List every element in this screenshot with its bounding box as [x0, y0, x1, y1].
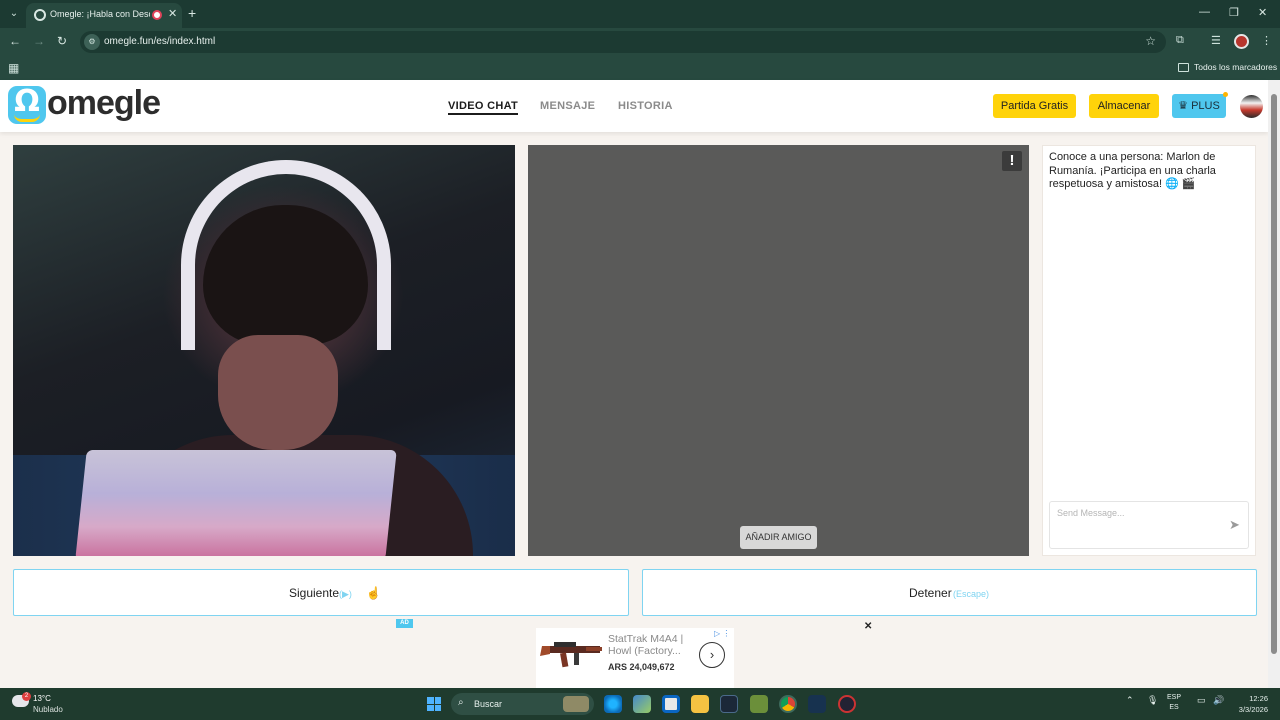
stop-button[interactable]: Detener (Escape): [642, 569, 1257, 616]
search-highlight-icon: [563, 696, 589, 712]
local-video: [13, 145, 515, 556]
user-avatar[interactable]: [1240, 95, 1263, 118]
language-indicator[interactable]: ESP ES: [1167, 693, 1181, 713]
media-icon[interactable]: ☰: [1211, 34, 1221, 47]
close-tab-icon[interactable]: ✕: [168, 7, 177, 20]
bookmarks-bar: ▦ Todos los marcadores: [0, 56, 1280, 80]
store-icon[interactable]: [662, 695, 680, 713]
chat-panel: [1042, 145, 1256, 556]
notification-dot: [1223, 92, 1228, 97]
scrollbar-thumb[interactable]: [1271, 94, 1277, 654]
back-icon[interactable]: ←: [9, 34, 21, 48]
ad-arrow-icon[interactable]: ›: [699, 642, 725, 668]
tray-overflow-icon[interactable]: ⌃: [1126, 695, 1134, 706]
nav-mensaje[interactable]: MENSAJE: [540, 100, 595, 112]
store-button[interactable]: Almacenar: [1089, 94, 1159, 118]
address-bar[interactable]: ⚙ omegle.fun/es/index.html ☆: [80, 31, 1166, 53]
browser-tabbar: ⌄ Omegle: ¡Habla con Descon ✕ + — ❐ ✕: [0, 0, 1280, 28]
ad-title[interactable]: StatTrak M4A4 | Howl (Factory...: [608, 633, 692, 657]
search-icon: ⌕: [458, 697, 464, 708]
new-tab-icon[interactable]: +: [188, 5, 196, 21]
browser-tab[interactable]: Omegle: ¡Habla con Descon ✕: [26, 3, 182, 28]
reload-icon[interactable]: ↻: [57, 34, 67, 48]
plus-label: PLUS: [1191, 100, 1220, 112]
search-label: Buscar: [474, 699, 503, 709]
ad-close-icon[interactable]: ✕: [864, 621, 872, 632]
stop-hint: (Escape): [953, 589, 990, 599]
site-favicon-icon: [34, 9, 46, 21]
weather-badge: 2: [22, 692, 31, 701]
hand-cursor-icon: ☝: [366, 586, 381, 600]
bookmark-star-icon[interactable]: ☆: [1145, 34, 1156, 48]
file-explorer-icon[interactable]: [691, 695, 709, 713]
tab-search-icon[interactable]: ⌄: [6, 6, 22, 22]
windows-start-icon[interactable]: [427, 697, 441, 711]
close-window-icon[interactable]: ✕: [1258, 6, 1267, 19]
add-friend-button[interactable]: AÑADIR AMIGO: [740, 526, 817, 549]
send-icon[interactable]: ➤: [1229, 517, 1240, 533]
network-icon[interactable]: ▭: [1197, 695, 1206, 706]
copilot-icon[interactable]: [633, 695, 651, 713]
report-button[interactable]: !: [1002, 151, 1022, 171]
logo-text[interactable]: omegle: [47, 84, 161, 123]
steam-icon[interactable]: [720, 695, 738, 713]
menu-dots-icon[interactable]: ⋮: [1261, 34, 1272, 47]
url-text: omegle.fun/es/index.html: [104, 36, 216, 47]
free-game-button[interactable]: Partida Gratis: [993, 94, 1076, 118]
chat-system-message: Conoce a una persona: Marlon de Rumanía.…: [1049, 151, 1216, 190]
restore-icon[interactable]: ❐: [1229, 6, 1239, 19]
minimize-icon[interactable]: —: [1199, 6, 1210, 18]
chat-input-placeholder: Send Message...: [1057, 508, 1125, 518]
taskbar-search[interactable]: ⌕ Buscar: [451, 693, 594, 715]
stop-label: Detener: [909, 586, 952, 600]
recording-app-icon[interactable]: [838, 695, 856, 713]
folder-icon: [1178, 63, 1189, 72]
microphone-icon[interactable]: 🎙: [1147, 695, 1158, 706]
weather-temp[interactable]: 13°C: [33, 694, 51, 703]
headphones: [181, 160, 391, 350]
clock-time: 12:26: [1249, 694, 1268, 703]
crown-icon: ♛: [1178, 100, 1189, 112]
next-hint: (▶): [339, 589, 352, 599]
page-scrollbar[interactable]: [1268, 80, 1280, 688]
tab-title: Omegle: ¡Habla con Descon: [50, 9, 150, 19]
lang-secondary: ES: [1169, 704, 1179, 711]
profile-avatar[interactable]: [1234, 34, 1249, 49]
volume-icon[interactable]: 🔊: [1213, 695, 1224, 706]
nav-historia[interactable]: HISTORIA: [618, 100, 673, 112]
clock-date: 3/3/2026: [1238, 705, 1268, 714]
browser-toolbar: ← → ↻ ⚙ omegle.fun/es/index.html ☆ ⧉ ☰ ⋮: [0, 28, 1280, 56]
ad-price: ARS 24,049,672: [608, 662, 675, 672]
system-clock[interactable]: 12:26 3/3/2026: [1232, 693, 1268, 715]
minecraft-icon[interactable]: [750, 695, 768, 713]
logo-smile: [14, 114, 40, 122]
site-info-icon[interactable]: ⚙: [84, 34, 100, 50]
next-button[interactable]: Siguiente (▶): [13, 569, 629, 616]
remote-video: [528, 145, 1029, 556]
recording-icon: [152, 10, 162, 20]
lang-primary: ESP: [1167, 694, 1182, 701]
plus-button[interactable]: ♛ PLUS: [1172, 94, 1226, 118]
weather-desc[interactable]: Nublado: [33, 705, 63, 714]
apps-grid-icon[interactable]: ▦: [8, 61, 19, 75]
edge-icon[interactable]: [604, 695, 622, 713]
ad-info-icon[interactable]: ▷ ⋮: [714, 629, 730, 638]
person-face: [218, 335, 338, 450]
nav-video-chat[interactable]: VIDEO CHAT: [448, 100, 519, 115]
chrome-icon[interactable]: [779, 695, 797, 713]
ad-banner[interactable]: StatTrak M4A4 | Howl (Factory... ARS 24,…: [536, 628, 734, 688]
rifle-image: [540, 642, 602, 668]
next-label: Siguiente: [289, 586, 340, 600]
all-bookmarks-link[interactable]: Todos los marcadores: [1194, 62, 1277, 72]
steam-app-icon[interactable]: [808, 695, 826, 713]
extensions-icon[interactable]: ⧉: [1176, 34, 1184, 47]
keyboard: [75, 450, 397, 556]
forward-icon[interactable]: →: [33, 34, 45, 48]
ad-badge: AD: [396, 619, 413, 628]
